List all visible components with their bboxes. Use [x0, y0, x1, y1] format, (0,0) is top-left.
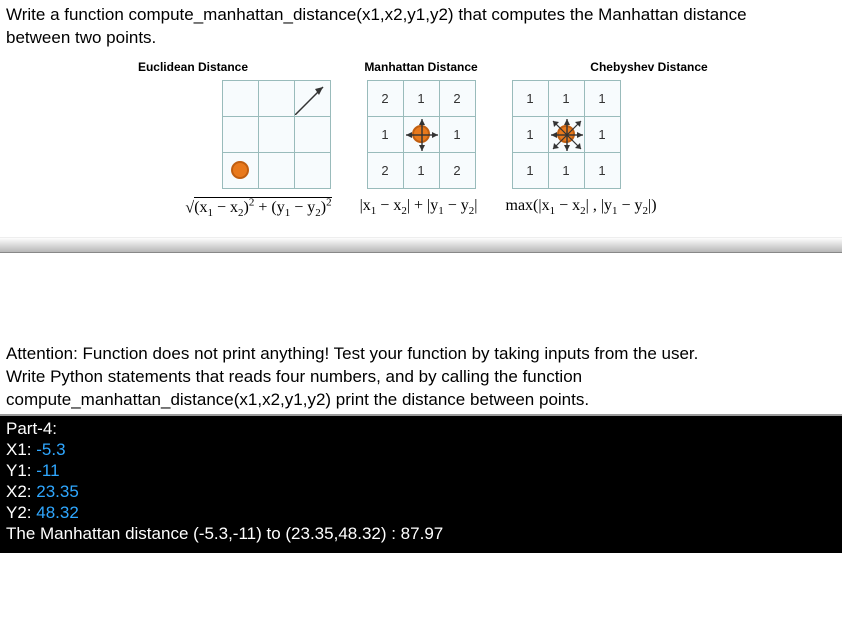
x2-label: X2:	[6, 482, 36, 501]
header-manhattan: Manhattan Distance	[346, 60, 496, 74]
arrow-icon	[294, 80, 330, 116]
cell: 1	[367, 116, 403, 152]
cell: 2	[367, 80, 403, 116]
header-euclidean: Euclidean Distance	[118, 60, 268, 74]
formula-row: √(x1 − x2)2 + (y1 − y2)2 |x1 − x2| + |y1…	[6, 197, 836, 220]
distance-diagram: Euclidean Distance Manhattan Distance Ch…	[6, 60, 836, 220]
x1-value: -5.3	[36, 440, 65, 459]
cell: 1	[512, 152, 548, 188]
cell: 1	[512, 116, 548, 152]
formula-euclidean: √(x1 − x2)2 + (y1 − y2)2	[185, 197, 331, 220]
grid-euclidean	[222, 80, 331, 189]
y1-value: -11	[36, 461, 59, 480]
grid-chebyshev: 1 1 1 1	[512, 80, 621, 189]
cell: 2	[367, 152, 403, 188]
section-divider	[0, 237, 842, 253]
cell: 2	[439, 152, 475, 188]
terminal-output: Part-4: X1: -5.3 Y1: -11 X2: 23.35 Y2: 4…	[0, 414, 842, 553]
instr-line: Attention: Function does not print anyth…	[6, 343, 836, 366]
header-chebyshev: Chebyshev Distance	[574, 60, 724, 74]
cell: 1	[403, 80, 439, 116]
prompt-line2: between two points.	[6, 28, 156, 47]
instr-line: Write Python statements that reads four …	[6, 366, 836, 389]
terminal-title: Part-4:	[6, 419, 836, 439]
y2-label: Y2:	[6, 503, 36, 522]
grid-manhattan: 2 1 2 1 1	[367, 80, 476, 189]
result-line: The Manhattan distance (-5.3,-11) to (23…	[6, 524, 836, 544]
cell: 1	[403, 152, 439, 188]
cell: 1	[439, 116, 475, 152]
center-dot	[548, 116, 584, 152]
cell: 1	[548, 80, 584, 116]
origin-dot	[222, 152, 258, 188]
y2-value: 48.32	[36, 503, 79, 522]
cell: 2	[439, 80, 475, 116]
cell: 1	[512, 80, 548, 116]
y1-label: Y1:	[6, 461, 36, 480]
cell: 1	[548, 152, 584, 188]
center-dot	[403, 116, 439, 152]
cell: 1	[584, 152, 620, 188]
formula-chebyshev: max(|x1 − x2| , |y1 − y2|)	[506, 197, 657, 220]
instr-line: compute_manhattan_distance(x1,x2,y1,y2) …	[6, 389, 836, 412]
cell: 1	[584, 116, 620, 152]
instructions: Attention: Function does not print anyth…	[0, 343, 842, 412]
cell: 1	[584, 80, 620, 116]
formula-manhattan: |x1 − x2| + |y1 − y2|	[360, 197, 478, 220]
problem-prompt: Write a function compute_manhattan_dista…	[6, 4, 836, 50]
prompt-line1: Write a function compute_manhattan_dista…	[6, 5, 747, 24]
x1-label: X1:	[6, 440, 36, 459]
x2-value: 23.35	[36, 482, 79, 501]
